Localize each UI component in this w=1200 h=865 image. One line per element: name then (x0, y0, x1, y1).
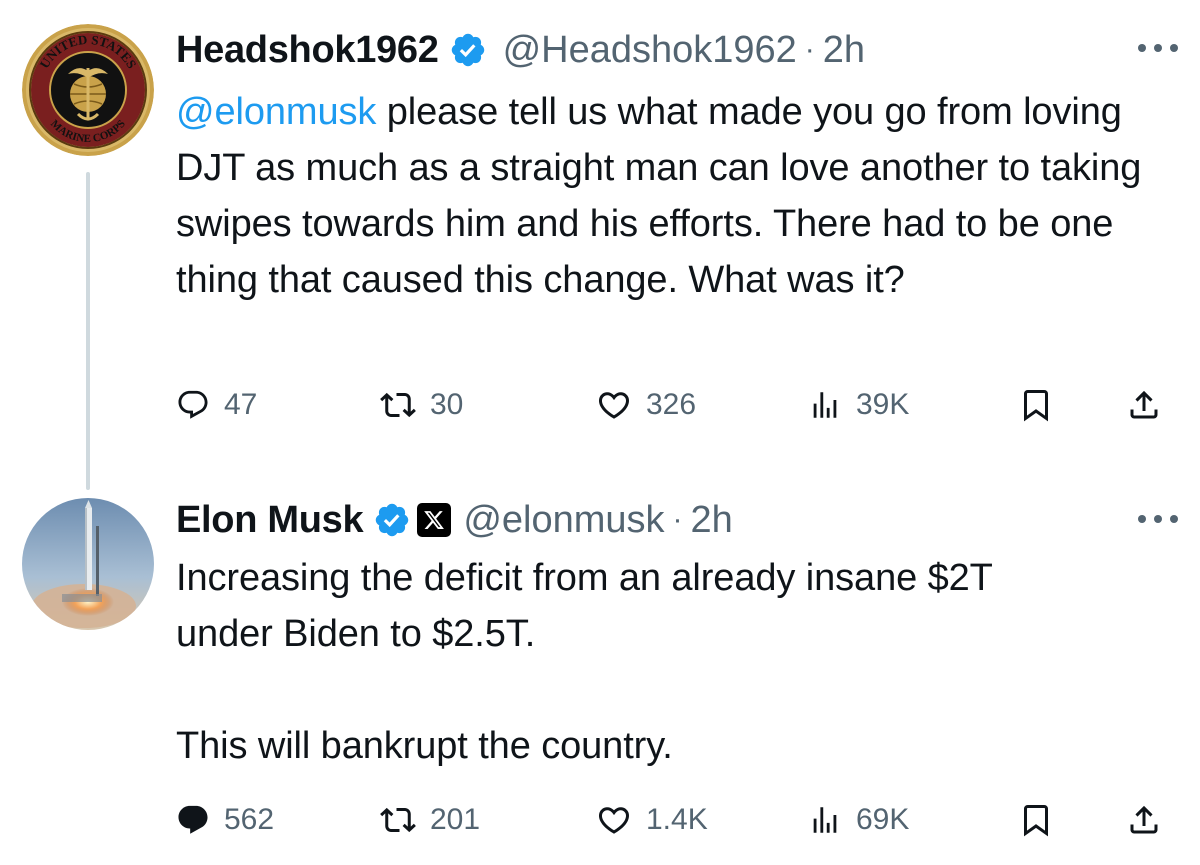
mention-link[interactable]: @elonmusk (176, 91, 376, 133)
share-button[interactable] (1126, 382, 1162, 428)
tweet-parent[interactable]: UNITED STATES MARINE CORPS Headshok1962 … (0, 0, 1200, 490)
tweet-text: Increasing the deficit from an already i… (176, 557, 993, 767)
reply-button[interactable]: 562 (176, 797, 274, 843)
verified-badge-icon[interactable] (449, 31, 487, 69)
views-chart-icon (813, 807, 837, 833)
thread-connector-line (86, 172, 90, 490)
heart-icon (598, 807, 630, 834)
reply-count: 47 (224, 388, 258, 421)
header-separator: · (672, 503, 683, 536)
author-handle[interactable]: @elonmusk (463, 499, 664, 542)
author-handle[interactable]: @Headshok1962 (503, 29, 797, 72)
tweet-text: @elonmusk please tell us what made you g… (176, 84, 1170, 308)
tweet-header: Elon Musk @elonmusk · 2h (176, 490, 1140, 550)
tweet-timestamp[interactable]: 2h (823, 29, 865, 72)
tweet-actions: 562 201 1.4K 69K (176, 797, 1178, 843)
tweet-actions: 47 30 326 39K (176, 382, 1178, 428)
reply-icon (178, 805, 208, 834)
x-logo-icon[interactable] (417, 503, 452, 537)
verified-badge-icon[interactable] (373, 501, 411, 539)
like-button[interactable]: 326 (596, 382, 696, 428)
tweet-header: Headshok1962 @Headshok1962 · 2h (176, 20, 1140, 80)
author-display-name[interactable]: Headshok1962 (176, 29, 439, 72)
repost-button[interactable]: 30 (380, 382, 463, 428)
views-count: 69K (856, 803, 910, 836)
author-display-name[interactable]: Elon Musk (176, 499, 364, 542)
share-button[interactable] (1126, 797, 1162, 843)
bookmark-icon (1024, 390, 1048, 422)
views-button[interactable]: 39K (808, 382, 909, 428)
reply-count: 562 (224, 803, 275, 836)
header-separator: · (804, 33, 815, 66)
share-icon (1130, 390, 1158, 419)
tweet-timestamp[interactable]: 2h (691, 499, 733, 542)
more-options-icon[interactable] (1138, 44, 1178, 56)
like-button[interactable]: 1.4K (596, 797, 708, 843)
bookmark-icon (1024, 805, 1048, 837)
share-icon (1130, 805, 1158, 834)
bookmark-button[interactable] (1018, 797, 1054, 843)
views-chart-icon (813, 392, 837, 418)
like-count: 326 (646, 388, 697, 421)
bookmark-button[interactable] (1018, 382, 1054, 428)
reply-button[interactable]: 47 (176, 382, 257, 428)
avatar-headshok1962[interactable]: UNITED STATES MARINE CORPS (22, 24, 154, 156)
repost-icon (380, 392, 416, 418)
tweet-reply[interactable]: Elon Musk @elonmusk · 2h Increasing the … (0, 470, 1200, 865)
reply-icon (178, 390, 208, 419)
views-button[interactable]: 69K (808, 797, 909, 843)
more-options-icon[interactable] (1138, 515, 1178, 527)
repost-count: 201 (430, 803, 481, 836)
avatar-elonmusk[interactable] (22, 498, 154, 630)
repost-count: 30 (430, 388, 464, 421)
views-count: 39K (856, 388, 910, 421)
heart-icon (598, 392, 630, 419)
like-count: 1.4K (646, 803, 708, 836)
repost-button[interactable]: 201 (380, 797, 480, 843)
repost-icon (380, 807, 416, 833)
